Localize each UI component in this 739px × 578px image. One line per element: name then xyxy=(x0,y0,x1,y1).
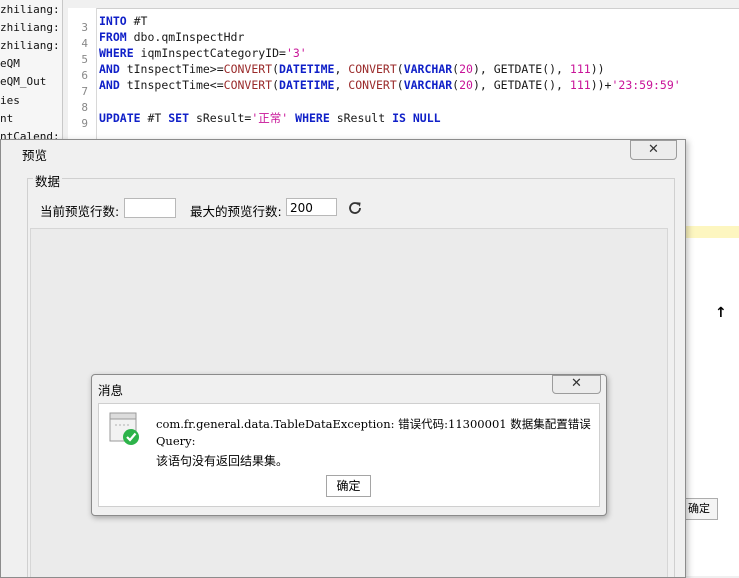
code-token: WHERE xyxy=(99,46,134,60)
tree-item[interactable]: ies xyxy=(0,94,20,107)
code-token: CONVERT xyxy=(348,62,397,76)
preview-window-title: 预览 xyxy=(22,148,48,163)
code-token: ))+ xyxy=(590,78,612,92)
code-line: WHERE iqmInspectCategoryID='3' xyxy=(99,46,307,60)
current-rows-label: 当前预览行数: xyxy=(40,204,120,219)
code-token: IS xyxy=(392,111,406,125)
code-token: '23:59:59' xyxy=(611,78,681,92)
ok-button[interactable]: 确定 xyxy=(326,475,371,497)
code-token: DATETIME xyxy=(279,62,335,76)
highlight-strip xyxy=(683,226,739,238)
code-token: VARCHAR xyxy=(403,62,453,76)
database-check-icon xyxy=(109,412,141,446)
code-token: , xyxy=(334,62,349,76)
code-token: AND xyxy=(99,62,120,76)
no-result-message: 该语句没有返回结果集。 xyxy=(156,454,289,468)
code-token: ( xyxy=(396,62,404,76)
line-number: 3 xyxy=(81,21,88,34)
line-number: 6 xyxy=(81,69,88,82)
code-token: dbo.qmInspectHdr xyxy=(126,30,245,44)
code-token: 111 xyxy=(569,62,591,76)
code-token: ( xyxy=(272,62,280,76)
code-token: tInspectTime<= xyxy=(119,78,224,92)
code-token: sResult xyxy=(329,111,393,125)
line-number: 4 xyxy=(81,37,88,50)
code-line: INTO #T xyxy=(99,14,147,28)
code-token: ), GETDATE(), xyxy=(472,62,570,76)
tree-item[interactable]: eQM_Out xyxy=(0,75,46,88)
line-number: 8 xyxy=(81,101,88,114)
code-token: UPDATE xyxy=(99,111,141,125)
code-token: DATETIME xyxy=(279,78,335,92)
code-token: ( xyxy=(272,78,280,92)
code-token: SET xyxy=(168,111,190,125)
refresh-icon[interactable] xyxy=(346,199,364,217)
code-token: CONVERT xyxy=(223,62,273,76)
code-token: iqmInspectCategoryID= xyxy=(133,46,286,60)
code-token: INTO xyxy=(99,14,127,28)
tree-item[interactable]: zhiliang: xyxy=(0,3,60,16)
max-rows-input[interactable]: 200 xyxy=(286,198,337,216)
code-token: '3' xyxy=(285,46,307,60)
code-token: VARCHAR xyxy=(403,78,453,92)
code-token: CONVERT xyxy=(223,78,273,92)
line-number: 7 xyxy=(81,85,88,98)
preview-close-button[interactable]: ✕ xyxy=(630,140,677,160)
query-label: Query: xyxy=(156,434,196,448)
code-token: AND xyxy=(99,78,120,92)
code-token: FROM xyxy=(99,30,127,44)
arrow-up-icon[interactable]: ↑ xyxy=(715,305,727,321)
message-close-button[interactable]: ✕ xyxy=(552,375,601,394)
tree-item[interactable]: nt xyxy=(0,112,13,125)
code-token: sResult= xyxy=(189,111,252,125)
code-token: #T xyxy=(140,111,169,125)
code-token: NULL xyxy=(412,111,441,125)
code-line: UPDATE #T SET sResult='正常' WHERE sResult… xyxy=(99,110,441,126)
code-line: AND tInspectTime<=CONVERT(DATETIME, CONV… xyxy=(99,78,681,92)
tree-item[interactable]: eQM xyxy=(0,57,20,70)
message-dialog-title: 消息 xyxy=(98,383,124,398)
code-token: )) xyxy=(590,62,605,76)
code-token: 111 xyxy=(569,78,591,92)
tree-item[interactable]: zhiliang: xyxy=(0,21,60,34)
tree-item[interactable]: zhiliang: xyxy=(0,39,60,52)
code-line: FROM dbo.qmInspectHdr xyxy=(99,30,244,44)
code-token: '正常' xyxy=(251,111,289,125)
data-group-label: 数据 xyxy=(33,171,63,190)
code-token: CONVERT xyxy=(348,78,397,92)
max-rows-label: 最大的预览行数: xyxy=(190,204,282,219)
code-token: tInspectTime>= xyxy=(119,62,224,76)
code-token: 20 xyxy=(459,62,473,76)
code-token: #T xyxy=(126,14,148,28)
code-token: ), GETDATE(), xyxy=(472,78,570,92)
code-line: AND tInspectTime>=CONVERT(DATETIME, CONV… xyxy=(99,62,605,76)
code-token: 20 xyxy=(459,78,473,92)
code-token: ( xyxy=(396,78,404,92)
error-message-line: com.fr.general.data.TableDataException: … xyxy=(156,417,591,431)
line-number: 5 xyxy=(81,53,88,66)
code-token: WHERE xyxy=(295,111,330,125)
current-rows-field[interactable] xyxy=(124,198,176,218)
code-token: , xyxy=(334,78,349,92)
line-number: 9 xyxy=(81,117,88,130)
